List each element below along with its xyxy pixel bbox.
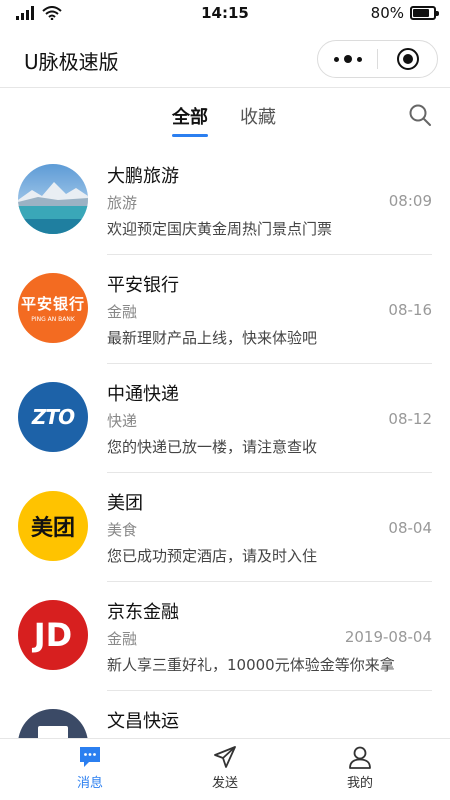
tab-messages-label: 消息 [76,776,103,791]
item-message: 欢迎预定国庆黄金周热门景点门票 [107,220,333,238]
meituan-logo-text: 美团 [30,516,75,541]
pingan-logo-subtext: PING AN BANK [31,316,75,323]
list-item[interactable]: 美团 美团 美食 08-04 您已成功预定酒店，请及时入住 [0,473,450,582]
item-name: 美团 [107,493,143,514]
tab-messages[interactable]: 消息 [50,744,130,791]
list-item[interactable]: JD 京东金融 金融 2019-08-04 新人享三重好礼，10000元体验金等… [0,582,450,691]
item-name: 平安银行 [107,275,179,296]
tab-favorites[interactable]: 收藏 [240,103,276,129]
send-arrow-icon [214,746,236,768]
target-icon [396,48,419,70]
battery-icon [410,6,439,20]
mini-program-capsule [317,40,438,78]
item-message: 您的快递已放一楼，请注意查收 [107,438,318,456]
tab-favorites-label: 收藏 [240,107,276,128]
bottom-tab-bar: 消息 发送 我的 [0,738,450,800]
status-bar: 14:15 80% [0,0,450,28]
message-list: 大鹏旅游 旅游 08:09 欢迎预定国庆黄金周热门景点门票 平安银行 PING … [0,146,450,738]
tab-all-label: 全部 [172,107,208,128]
active-tab-indicator [172,134,208,137]
item-name: 文昌快运 [107,711,179,732]
item-message: 新人享三重好礼，10000元体验金等你来拿 [107,656,395,674]
item-category: 美食 [107,521,138,539]
item-category: 金融 [107,630,138,648]
avatar: JD [18,600,88,670]
tab-send-label: 发送 [211,776,238,791]
avatar: ZTO [18,382,88,452]
more-dots-icon [333,55,362,63]
more-button[interactable] [318,41,377,77]
list-item[interactable]: 大鹏旅游 旅游 08:09 欢迎预定国庆黄金周热门景点门票 [0,146,450,255]
list-item[interactable]: 平安银行 PING AN BANK 平安银行 金融 08-16 最新理财产品上线… [0,255,450,364]
navigation-bar: U脉极速版 [0,28,450,88]
user-icon [349,746,371,769]
item-time: 08:09 [388,192,432,210]
avatar [18,709,88,738]
list-item[interactable]: ZTO 中通快递 快递 08-12 您的快递已放一楼，请注意查收 [0,364,450,473]
list-item[interactable]: 文昌快运 物流 [0,691,450,738]
status-right: 80% [370,4,439,22]
pingan-logo-text: 平安银行 [20,295,85,313]
avatar: 平安银行 PING AN BANK [18,273,88,343]
avatar: 美团 [18,491,88,561]
item-name: 中通快递 [107,384,179,405]
search-icon[interactable] [408,103,432,127]
app-title: U脉极速版 [24,50,119,74]
jd-logo-text: JD [33,616,73,654]
item-time: 08-04 [388,519,432,537]
tab-send[interactable]: 发送 [185,744,265,791]
item-name: 京东金融 [107,602,179,623]
battery-level [413,9,429,17]
tab-all[interactable]: 全部 [172,103,208,137]
item-name: 大鹏旅游 [107,166,179,187]
close-miniprogram-button[interactable] [378,41,437,77]
item-time: 08-12 [388,410,432,428]
item-category: 旅游 [107,194,138,212]
item-message: 您已成功预定酒店，请及时入住 [107,547,318,565]
avatar [18,164,88,234]
tab-bar-top: 全部 收藏 [0,89,450,145]
wenchang-logo-icon [38,726,68,738]
zto-logo-text: ZTO [31,405,75,429]
tab-me[interactable]: 我的 [320,744,400,791]
item-category: 金融 [107,303,138,321]
battery-percent: 80% [370,4,404,22]
tab-me-label: 我的 [346,776,373,791]
item-time: 08-16 [388,301,432,319]
item-time: 2019-08-04 [344,628,432,646]
landscape-photo-icon [18,164,88,234]
item-category: 快递 [107,412,138,430]
chat-bubble-icon [80,747,100,767]
item-message: 最新理财产品上线，快来体验吧 [107,329,318,347]
